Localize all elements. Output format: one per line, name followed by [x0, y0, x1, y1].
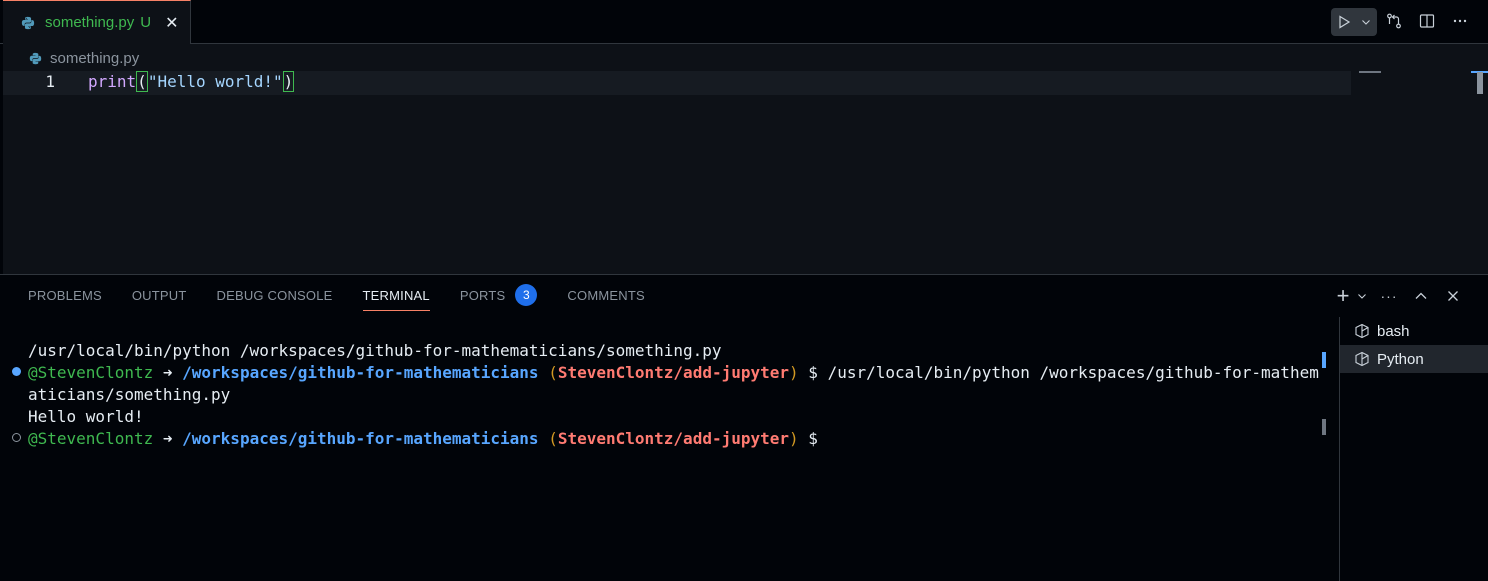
chevron-down-icon[interactable]: [1357, 17, 1375, 27]
code-close-paren: ): [282, 71, 295, 92]
ports-count-badge: 3: [515, 284, 538, 306]
tab-debug-console-label: DEBUG CONSOLE: [216, 287, 333, 303]
editor-scrollbar[interactable]: [1477, 72, 1483, 94]
tab-terminal-label: TERMINAL: [362, 287, 430, 303]
terminal-output-line: Hello world!: [28, 407, 144, 426]
bottom-panel: PROBLEMS OUTPUT DEBUG CONSOLE TERMINAL P…: [0, 274, 1488, 581]
python-file-icon: [29, 52, 42, 65]
breadcrumb-filename: something.py: [50, 50, 140, 67]
line-number: 1: [45, 72, 55, 91]
prompt-paren-close: ): [789, 363, 799, 382]
chevron-down-icon[interactable]: [1354, 291, 1370, 301]
terminal-tab-python[interactable]: Python: [1340, 345, 1488, 373]
prompt-arrow: ➜: [153, 363, 183, 382]
run-python-button-group[interactable]: [1331, 8, 1377, 36]
prompt-branch: StevenClontz/add-jupyter: [557, 429, 790, 448]
tab-debug-console[interactable]: DEBUG CONSOLE: [217, 275, 333, 315]
tab-ports-label: PORTS: [459, 287, 506, 303]
tab-output-label: OUTPUT: [131, 287, 187, 303]
minimap[interactable]: [1359, 71, 1381, 73]
code-open-paren: (: [136, 71, 148, 92]
code-editor[interactable]: something.py 1 print("Hello world!"): [3, 44, 1488, 274]
untracked-status-badge: U: [140, 14, 152, 31]
new-terminal-button[interactable]: +: [1332, 283, 1354, 309]
prompt-user: @StevenClontz: [28, 429, 154, 448]
tab-problems[interactable]: PROBLEMS: [28, 275, 102, 315]
code-line[interactable]: print("Hello world!"): [88, 71, 295, 92]
python-file-icon: [21, 16, 35, 29]
panel-actions: + ···: [1332, 283, 1466, 309]
code-string-token: "Hello world!": [147, 72, 283, 91]
terminal-tabs-list: bash Python: [1339, 317, 1488, 581]
prompt-paren-open: (: [538, 363, 558, 382]
terminal-tab-bash[interactable]: bash: [1340, 317, 1488, 345]
prompt-arrow: ➜: [153, 429, 183, 448]
editor-tab-bar: something.py U ✕: [0, 0, 1488, 44]
terminal-output[interactable]: /usr/local/bin/python /workspaces/github…: [0, 317, 1338, 581]
close-tab-button[interactable]: ✕: [165, 13, 178, 33]
prompt-paren-close: ): [789, 429, 799, 448]
panel-tab-bar: PROBLEMS OUTPUT DEBUG CONSOLE TERMINAL P…: [28, 275, 675, 315]
code-function-token: print: [88, 72, 137, 91]
prompt-paren-open: (: [538, 429, 558, 448]
tab-output[interactable]: OUTPUT: [132, 275, 187, 315]
command-pending-decoration-icon[interactable]: [12, 433, 21, 442]
plus-icon: +: [1336, 283, 1350, 308]
more-actions-glyph: ···: [1380, 288, 1398, 304]
prompt-user: @StevenClontz: [28, 363, 154, 382]
editor-tab-something-py[interactable]: something.py U ✕: [3, 0, 191, 44]
tab-comments-label: COMMENTS: [567, 287, 645, 303]
split-editor-icon[interactable]: [1414, 8, 1440, 34]
tab-comments[interactable]: COMMENTS: [567, 275, 644, 315]
terminal-line: /usr/local/bin/python /workspaces/github…: [28, 341, 722, 360]
prompt-dollar: $: [798, 363, 828, 382]
terminal-prompt-line: @StevenClontz ➜ /workspaces/github-for-m…: [28, 429, 818, 448]
play-icon[interactable]: [1331, 9, 1357, 35]
terminal-command: /usr/local/bin/python /workspaces/github…: [827, 363, 1319, 382]
maximize-panel-icon[interactable]: [1408, 283, 1434, 309]
terminal-scroll-marker: [1322, 352, 1326, 368]
command-success-decoration-icon[interactable]: [12, 367, 21, 376]
ellipsis-icon[interactable]: ···: [1376, 283, 1402, 309]
terminal-instance-icon: [1355, 351, 1369, 367]
terminal-line: aticians/something.py: [28, 385, 231, 404]
terminal-prompt-line: @StevenClontz ➜ /workspaces/github-for-m…: [28, 363, 1319, 382]
close-panel-icon[interactable]: [1440, 283, 1466, 309]
prompt-path: /workspaces/github-for-mathematicians: [182, 363, 539, 382]
terminal-scroll-marker: [1322, 419, 1326, 435]
prompt-dollar: $: [798, 429, 818, 448]
git-compare-icon[interactable]: [1381, 8, 1407, 34]
ellipsis-icon[interactable]: [1447, 8, 1473, 34]
prompt-branch: StevenClontz/add-jupyter: [557, 363, 790, 382]
tab-problems-label: PROBLEMS: [28, 287, 102, 303]
terminal-instance-icon: [1355, 323, 1369, 339]
tab-filename: something.py: [45, 14, 135, 31]
terminal-tab-label: bash: [1377, 322, 1410, 340]
terminal-tab-label: Python: [1377, 350, 1424, 368]
tab-terminal[interactable]: TERMINAL: [362, 275, 431, 315]
tab-ports[interactable]: PORTS 3: [460, 275, 538, 315]
breadcrumb[interactable]: something.py: [29, 50, 139, 67]
prompt-path: /workspaces/github-for-mathematicians: [182, 429, 539, 448]
